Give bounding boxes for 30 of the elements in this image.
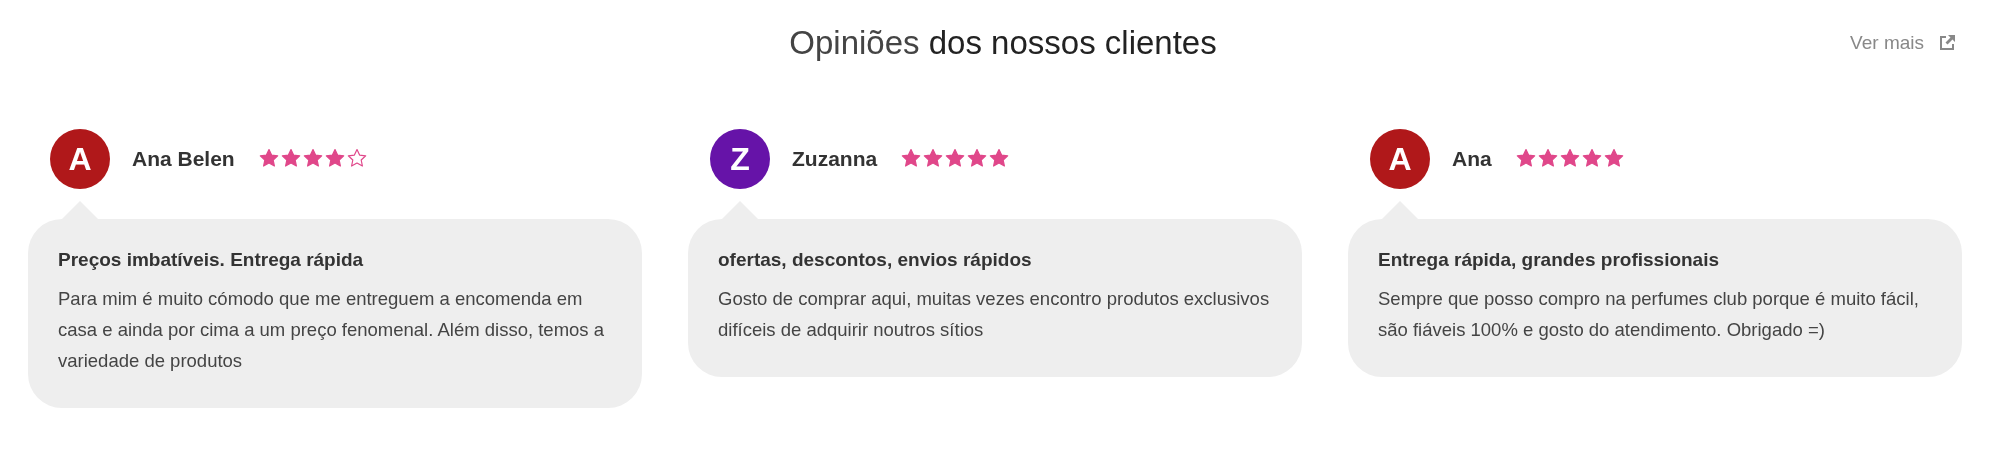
star-icon — [967, 148, 988, 168]
star-icon — [302, 148, 323, 168]
reviewer-name: Ana — [1452, 147, 1492, 171]
reviewer-name: Ana Belen — [132, 147, 235, 171]
star-icon — [1537, 148, 1558, 168]
external-link-icon — [1938, 34, 1956, 52]
section-title: Opiniões dos nossos clientes — [789, 24, 1217, 62]
star-icon — [324, 148, 345, 168]
star-icon — [989, 148, 1010, 168]
review-headline: Preços imbatíveis. Entrega rápida — [58, 249, 365, 271]
star-icon — [901, 148, 922, 168]
review-text: Para mim é muito cómodo que me entreguem a encomenda em casa e ainda por cima a um preço fenomenal. Além disso, temos a variedade de produtos — [58, 287, 606, 373]
avatar: A — [50, 129, 110, 189]
empty-star-icon — [346, 148, 367, 168]
review-text: Gosto de comprar aqui, muitas vezes encontro produtos exclusivos difíceis de adquirir noutros sítios — [718, 287, 1271, 342]
star-icon — [1581, 148, 1602, 168]
avatar: A — [1370, 129, 1430, 189]
star-icon — [945, 148, 966, 168]
star-icon — [1515, 148, 1536, 168]
star-icon — [1603, 148, 1624, 168]
star-icon — [280, 148, 301, 168]
star-icon — [923, 148, 944, 168]
star-icon — [1559, 148, 1580, 168]
see-more-link[interactable]: Ver mais — [1850, 32, 1956, 54]
review-text: Sempre que posso compro na perfumes club porque é muito fácil, são fiáveis 100% e gosto do atendimento. Obrigado =) — [1378, 287, 1920, 342]
avatar: Z — [710, 129, 770, 189]
star-icon — [258, 148, 279, 168]
review-headline: Entrega rápida, grandes profissionais — [1378, 249, 1721, 271]
reviewer-name: Zuzanna — [792, 147, 878, 171]
review-headline: ofertas, descontos, envios rápidos — [718, 249, 1033, 271]
